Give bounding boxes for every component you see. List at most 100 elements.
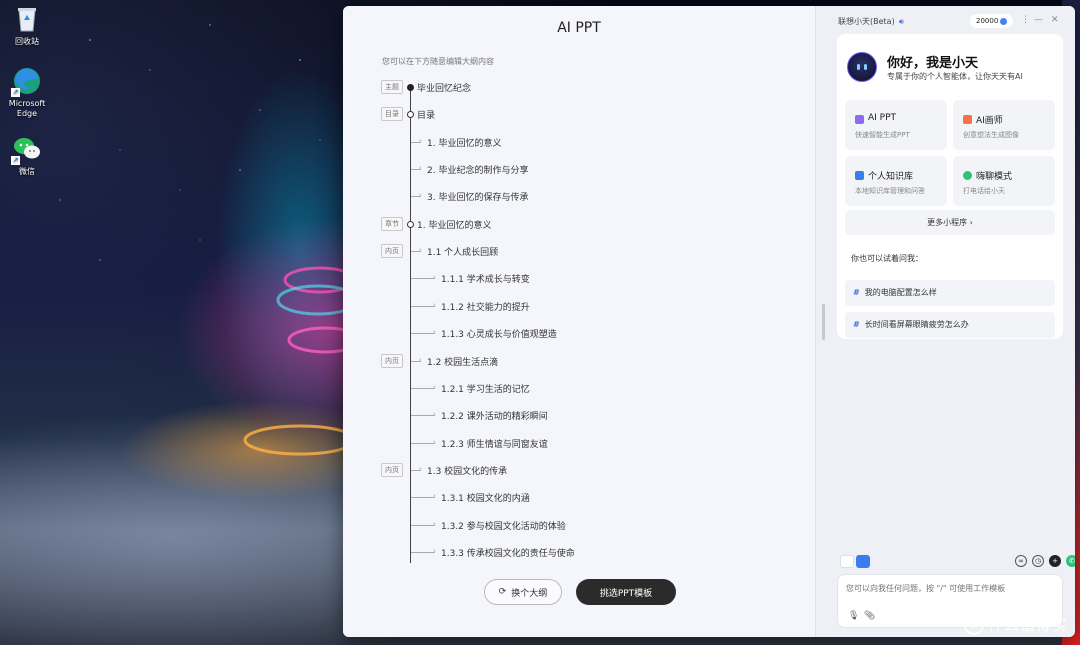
outline-row[interactable]: 目录 目录 <box>343 107 815 123</box>
outline-branch-line <box>411 305 435 307</box>
outline-text[interactable]: 1. 毕业回忆的意义 <box>417 218 491 231</box>
outline-text[interactable]: 1.3 校园文化的传承 <box>427 464 507 477</box>
outline-row[interactable]: › 1.2.3 师生情谊与同窗友谊 <box>343 436 815 452</box>
close-icon[interactable]: ✕ <box>1051 15 1059 25</box>
microphone-icon[interactable]: 🎙︎ <box>848 611 859 621</box>
outline-row[interactable]: 章节 1. 毕业回忆的意义 <box>343 216 815 233</box>
outline-text[interactable]: 1. 毕业回忆的意义 <box>427 136 501 149</box>
outline-text[interactable]: 1.3.1 校园文化的内涵 <box>441 491 530 504</box>
feature-ai-painter[interactable]: AI画师 创意想法生成图像 <box>953 100 1055 150</box>
desktop-icon-recycle-bin[interactable]: 回收站 <box>0 4 54 47</box>
outline-row[interactable]: › 1. 毕业回忆的意义 <box>343 135 815 151</box>
outline-row[interactable]: 主题 毕业回忆纪念 <box>343 80 815 96</box>
outline-text[interactable]: 毕业回忆纪念 <box>417 81 471 94</box>
feature-label: 嗨聊模式 <box>976 172 1013 182</box>
hash-icon: # <box>853 288 860 297</box>
outline-arrow-icon: › <box>433 382 436 391</box>
outline-arrow-icon: › <box>433 546 436 555</box>
cloud-icon[interactable] <box>856 555 870 568</box>
history-icon[interactable]: ◷ <box>1032 555 1044 567</box>
app-window: AI PPT 您可以在下方随意编辑大纲内容 主题 毕业回忆纪念 目录 目录 › 1. 毕业… <box>343 6 1075 637</box>
outline-text[interactable]: 1.1.1 学术成长与转变 <box>441 272 530 285</box>
attachment-icon[interactable]: 📎︎ <box>864 611 875 621</box>
more-menu-icon[interactable]: ⋮ <box>1021 15 1030 25</box>
outline-text[interactable]: 1.1.2 社交能力的提升 <box>441 300 530 313</box>
outline-text[interactable]: 目录 <box>417 108 435 121</box>
watermark-text: 什么值得买 <box>987 616 1068 634</box>
greeting-title: 你好，我是小天 <box>887 56 979 71</box>
outline-branch-line <box>411 551 435 553</box>
outline-row[interactable]: › 1.1.3 心灵成长与价值观塑造 <box>343 326 815 342</box>
outline-tag: 主题 <box>381 80 403 94</box>
coin-icon <box>1000 17 1008 25</box>
outline-branch-line <box>411 333 435 335</box>
minimize-icon[interactable]: — <box>1034 15 1043 25</box>
outline-branch-line <box>411 278 435 280</box>
outline-row[interactable]: 内页 › 1.3 校园文化的传承 <box>343 462 815 479</box>
feature-label: 个人知识库 <box>868 172 914 182</box>
suggestion-item[interactable]: # 我的电脑配置怎么样 <box>845 280 1055 306</box>
outline-text[interactable]: 1.3.2 参与校园文化活动的体验 <box>441 519 566 532</box>
outline-arrow-icon: › <box>433 519 436 528</box>
link-icon[interactable]: ∞ <box>1015 555 1027 567</box>
feature-desc: 本地知识库管理和问答 <box>855 187 925 195</box>
outline-arrow-icon: › <box>419 355 422 364</box>
outline-text[interactable]: 3. 毕业回忆的保存与传承 <box>427 190 528 203</box>
assistant-title-text: 联想小天(Beta) <box>838 17 895 26</box>
outline-branch-line <box>411 387 435 389</box>
outline-text[interactable]: 1.3.3 传承校园文化的责任与使命 <box>441 546 575 559</box>
outline-row[interactable]: 内页 › 1.2 校园生活点滴 <box>343 353 815 370</box>
outline-hint: 您可以在下方随意编辑大纲内容 <box>382 57 494 66</box>
desktop-icon-edge[interactable]: ↗ Microsoft Edge <box>0 66 54 119</box>
outline-row[interactable]: › 1.1.1 学术成长与转变 <box>343 271 815 287</box>
outline-tag: 目录 <box>381 107 403 122</box>
phone-icon <box>963 171 972 180</box>
outline-node-icon <box>407 84 414 91</box>
assistant-title: 联想小天(Beta) 🔊︎ <box>838 16 904 27</box>
outline-row[interactable]: › 2. 毕业纪念的制作与分享 <box>343 162 815 178</box>
outline-arrow-icon: › <box>433 300 436 309</box>
credits-badge[interactable]: 20000 <box>970 14 1014 28</box>
suggestion-text: 长时间看屏幕眼睛疲劳怎么办 <box>864 320 969 329</box>
outline-node-icon <box>407 220 414 228</box>
add-icon[interactable]: + <box>1049 555 1061 567</box>
outline-text[interactable]: 1.1.3 心灵成长与价值观塑造 <box>441 327 557 340</box>
suggestion-text: 我的电脑配置怎么样 <box>864 288 937 297</box>
input-toolbar: ∞ ◷ + ✆ <box>840 555 1075 569</box>
outline-row[interactable]: 内页 › 1.1 个人成长回顾 <box>343 244 815 260</box>
more-apps-button[interactable]: 更多小程序 › <box>845 210 1055 235</box>
outline-row[interactable]: › 1.3.1 校园文化的内涵 <box>343 490 815 506</box>
outline-text[interactable]: 1.2 校园生活点滴 <box>427 355 498 368</box>
speaker-icon[interactable]: 🔊︎ <box>899 17 904 27</box>
outline-row[interactable]: › 1.2.2 课外活动的精彩瞬间 <box>343 408 815 424</box>
feature-chat-mode[interactable]: 嗨聊模式 打电话给小天 <box>953 156 1055 206</box>
outline-tag: 章节 <box>381 216 403 231</box>
feature-ai-ppt[interactable]: AI PPT 快速智能生成PPT <box>845 100 947 150</box>
change-outline-button[interactable]: ⟳ 换个大纲 <box>484 579 562 605</box>
outline-text[interactable]: 1.2.3 师生情谊与同窗友谊 <box>441 437 548 450</box>
desktop-icon-label: 微信 <box>19 167 35 176</box>
outline-row[interactable]: › 1.3.2 参与校园文化活动的体验 <box>343 518 815 534</box>
outline-branch-line <box>411 442 435 444</box>
chat-mode-icon[interactable] <box>840 555 854 568</box>
outline-text[interactable]: 1.2.1 学习生活的记忆 <box>441 382 530 395</box>
outline-node-icon <box>407 111 414 119</box>
call-icon[interactable]: ✆ <box>1066 555 1075 567</box>
page-title: AI PPT <box>557 20 601 36</box>
suggestion-item[interactable]: # 长时间看屏幕眼睛疲劳怎么办 <box>845 312 1055 338</box>
choose-template-button[interactable]: 挑选PPT模板 <box>576 579 676 605</box>
outline-row[interactable]: › 1.2.1 学习生活的记忆 <box>343 381 815 397</box>
outline-row[interactable]: › 1.1.2 社交能力的提升 <box>343 299 815 315</box>
feature-label: AI画师 <box>976 116 1003 126</box>
desktop-icon-wechat[interactable]: ↗ 微信 <box>0 134 54 177</box>
panel-resize-handle[interactable] <box>822 304 825 340</box>
outline-text[interactable]: 1.2.2 课外活动的精彩瞬间 <box>441 409 548 422</box>
outline-arrow-icon: › <box>419 464 422 473</box>
outline-text[interactable]: 1.1 个人成长回顾 <box>427 245 498 258</box>
outline-text[interactable]: 2. 毕业纪念的制作与分享 <box>427 163 528 176</box>
outline-row[interactable]: › 1.3.3 传承校园文化的责任与使命 <box>343 545 815 561</box>
outline-arrow-icon: › <box>419 246 422 255</box>
chat-input[interactable] <box>846 584 1056 593</box>
feature-knowledge-base[interactable]: 个人知识库 本地知识库管理和问答 <box>845 156 947 206</box>
outline-row[interactable]: › 3. 毕业回忆的保存与传承 <box>343 189 815 205</box>
